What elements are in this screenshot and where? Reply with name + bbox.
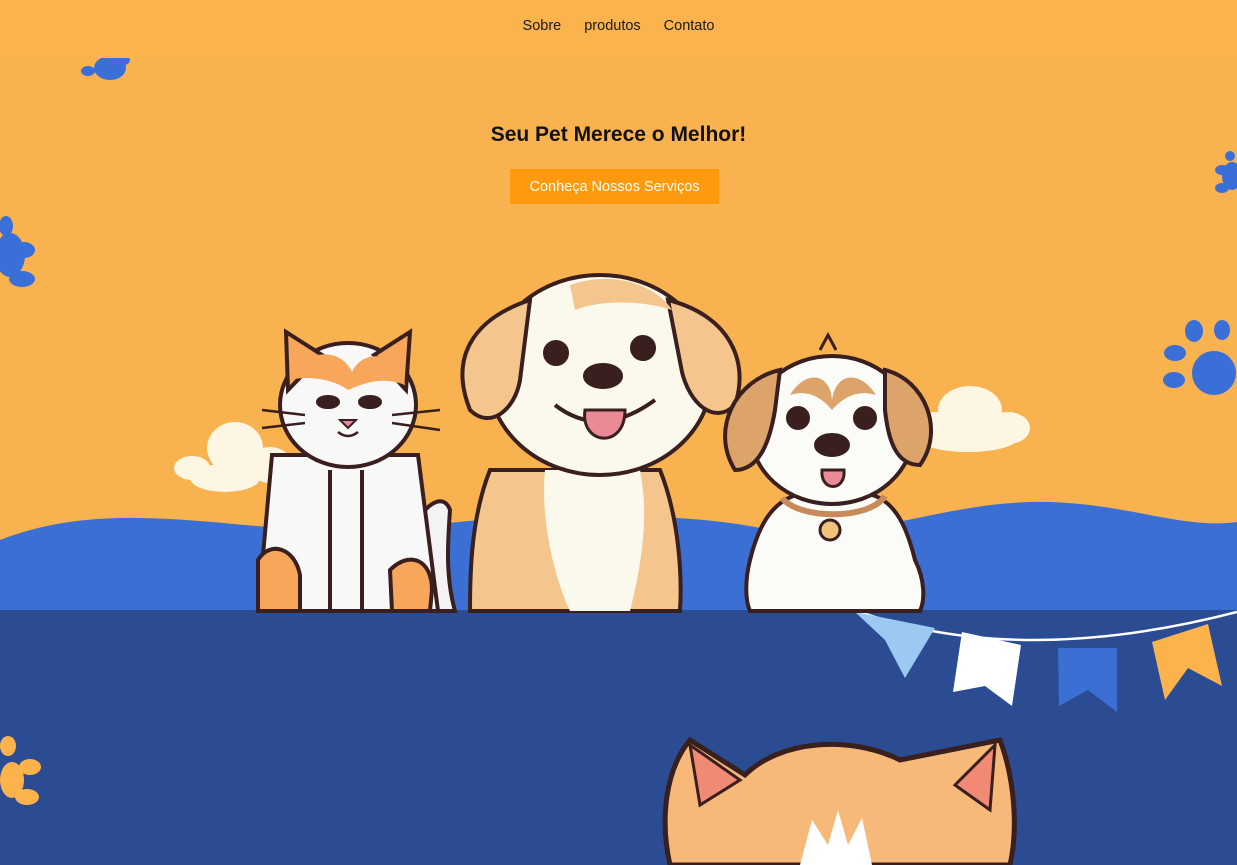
cta-button[interactable]: Conheça Nossos Serviços — [510, 169, 719, 204]
nav-link-contato[interactable]: Contato — [664, 18, 715, 34]
nav-link-produtos[interactable]: produtos — [584, 18, 640, 34]
top-navigation: Sobre produtos Contato — [0, 0, 1237, 58]
hero-title: Seu Pet Merece o Melhor! — [490, 123, 747, 146]
hero-section: Seu Pet Merece o Melhor! Conheça Nossos … — [0, 58, 1237, 865]
lower-section-background — [0, 610, 1237, 865]
nav-link-sobre[interactable]: Sobre — [523, 18, 562, 34]
cat-head-peeking — [662, 736, 1017, 865]
